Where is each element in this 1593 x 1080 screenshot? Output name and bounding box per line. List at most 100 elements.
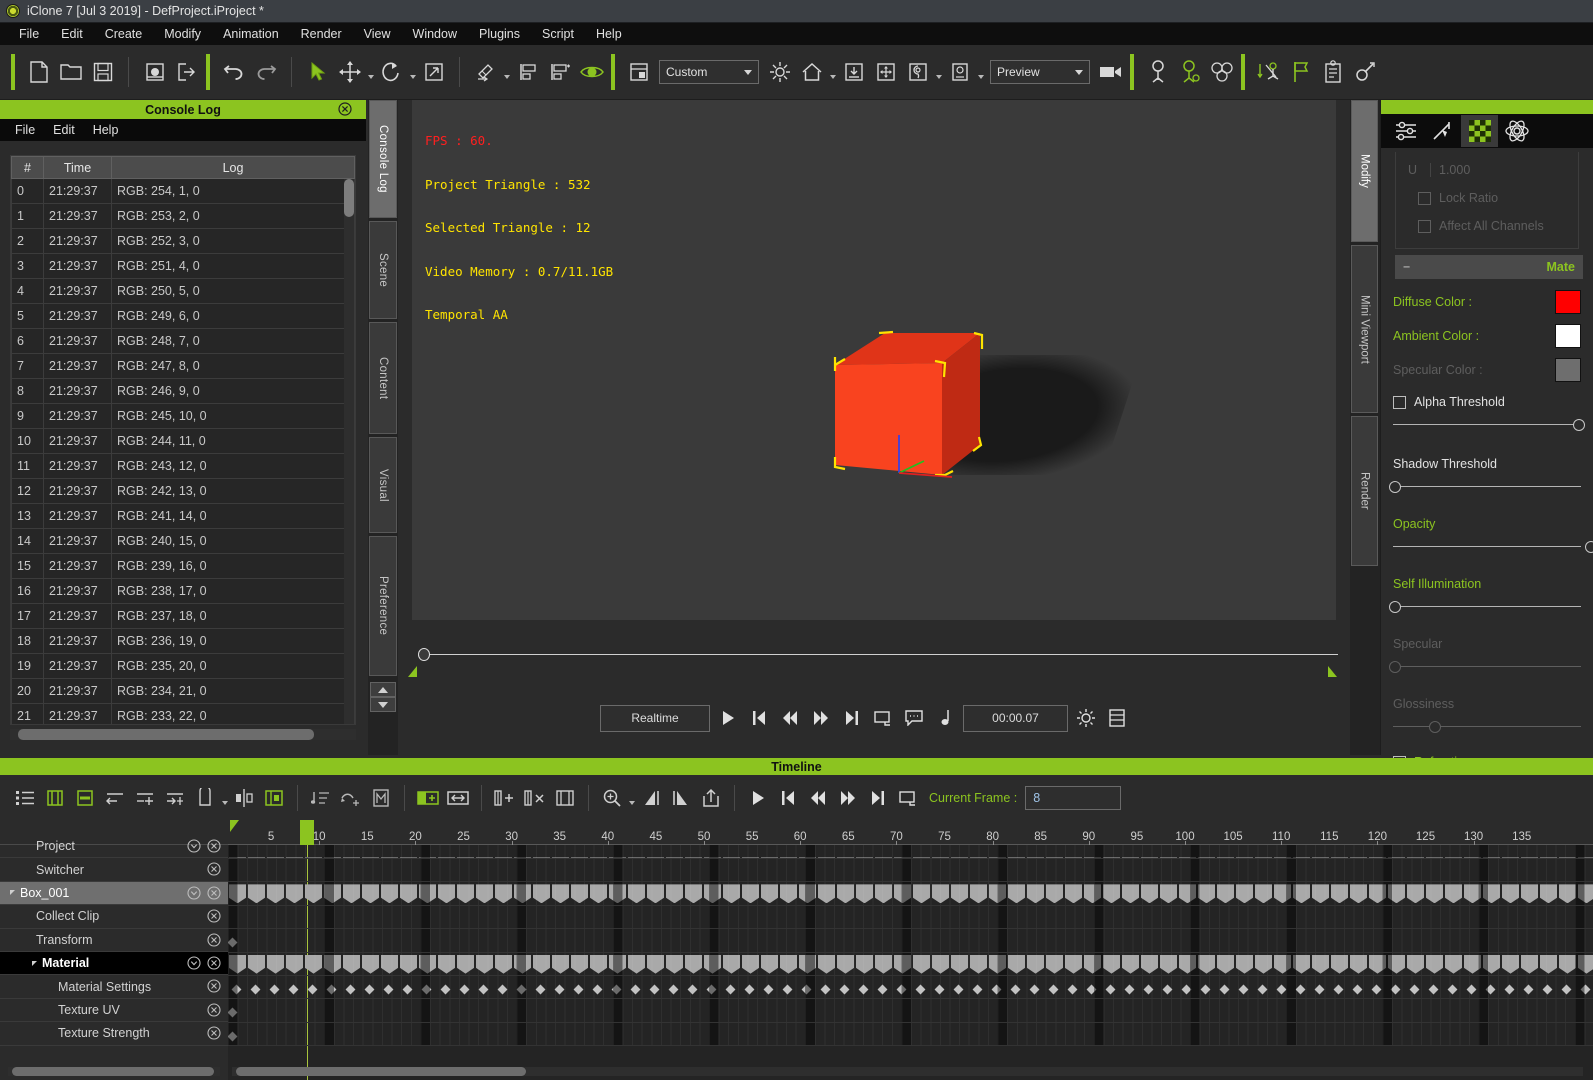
jump-to-start-icon[interactable] xyxy=(773,782,803,814)
track-content[interactable] xyxy=(228,978,1593,997)
collapse-track-icon[interactable] xyxy=(70,782,100,814)
box-object-mesh[interactable] xyxy=(827,325,1017,490)
clip-block[interactable] xyxy=(1578,884,1593,904)
track-name-collect-clip[interactable]: Collect Clip xyxy=(0,905,228,929)
keyframe-diamond[interactable] xyxy=(402,984,413,995)
play-icon[interactable] xyxy=(743,782,773,814)
track-close-icon[interactable] xyxy=(207,839,221,853)
clip-block[interactable] xyxy=(932,884,949,904)
clip-block[interactable] xyxy=(286,884,303,904)
track-name-switcher[interactable]: Switcher xyxy=(0,858,228,882)
export-icon[interactable] xyxy=(171,55,202,89)
clip-block[interactable] xyxy=(229,884,246,904)
clip-block[interactable] xyxy=(1008,954,1025,974)
table-row[interactable]: 13 21:29:37 RGB: 241, 14, 0 xyxy=(11,503,355,529)
clip-block[interactable] xyxy=(1331,884,1348,904)
clip-block[interactable] xyxy=(666,884,683,904)
step-forward-icon[interactable] xyxy=(808,705,834,731)
table-row[interactable]: 6 21:29:37 RGB: 248, 7, 0 xyxy=(11,328,355,354)
keyframe-diamond[interactable] xyxy=(687,984,698,995)
keyframe-diamond[interactable] xyxy=(725,984,736,995)
playhead-marker[interactable] xyxy=(299,820,314,845)
move-tool-icon[interactable] xyxy=(334,55,365,89)
edit-motion-icon[interactable] xyxy=(1349,55,1380,89)
clip-block[interactable] xyxy=(628,884,645,904)
slider-knob[interactable] xyxy=(1389,601,1401,613)
track-content[interactable] xyxy=(228,908,1593,927)
new-project-icon[interactable] xyxy=(23,55,54,89)
keyframe-diamond[interactable] xyxy=(250,984,261,995)
clip-block[interactable] xyxy=(818,884,835,904)
clip-block[interactable] xyxy=(438,884,455,904)
clip-block[interactable] xyxy=(913,954,930,974)
chevron-down-icon[interactable] xyxy=(370,697,396,712)
keyframe-diamond[interactable] xyxy=(231,984,242,995)
keyframe-diamond[interactable] xyxy=(1447,984,1458,995)
table-row[interactable]: 17 21:29:37 RGB: 237, 18, 0 xyxy=(11,603,355,629)
add-track-icon[interactable] xyxy=(40,782,70,814)
track-name-box-001[interactable]: Box_001 xyxy=(0,881,228,906)
clip-block[interactable] xyxy=(647,884,664,904)
clip-block[interactable] xyxy=(856,954,873,974)
clip-block[interactable] xyxy=(1198,954,1215,974)
clip-block[interactable] xyxy=(1483,954,1500,974)
clip-block[interactable] xyxy=(837,954,854,974)
keyframe-diamond[interactable] xyxy=(801,984,812,995)
clip-block[interactable] xyxy=(552,954,569,974)
menu-item-file[interactable]: File xyxy=(8,25,50,43)
clip-block[interactable] xyxy=(1065,884,1082,904)
clip-chevron-down-icon[interactable] xyxy=(220,781,229,815)
expander-triangle-icon[interactable] xyxy=(32,960,37,966)
table-row[interactable]: 12 21:29:37 RGB: 242, 13, 0 xyxy=(11,478,355,504)
close-circle-icon[interactable] xyxy=(338,102,352,116)
keyframe-diamond[interactable] xyxy=(1523,984,1534,995)
clip-block[interactable] xyxy=(932,954,949,974)
clip-block[interactable] xyxy=(476,954,493,974)
keyframe-diamond[interactable] xyxy=(1295,984,1306,995)
clip-block[interactable] xyxy=(286,954,303,974)
layout-preset-combo[interactable]: Custom xyxy=(659,60,759,84)
clip-block[interactable] xyxy=(438,954,455,974)
console-menu-file[interactable]: File xyxy=(6,121,44,139)
clip-block[interactable] xyxy=(970,884,987,904)
clip-block[interactable] xyxy=(514,884,531,904)
shift-left-icon[interactable] xyxy=(100,782,130,814)
clip-block[interactable] xyxy=(1407,954,1424,974)
select-tool-icon[interactable] xyxy=(302,55,333,89)
clip-block[interactable] xyxy=(419,884,436,904)
clip-block[interactable] xyxy=(609,884,626,904)
align-left-icon[interactable] xyxy=(512,55,543,89)
menu-item-script[interactable]: Script xyxy=(531,25,585,43)
zoom-in-range-icon[interactable] xyxy=(636,782,666,814)
timeline-ruler[interactable]: 5 10 15 20 25 30 35 40 45 50 55 60 65 70 75 80 85 90 95 100… xyxy=(228,820,1593,845)
scrollbar-thumb[interactable] xyxy=(12,1067,214,1076)
clip-block[interactable] xyxy=(1445,884,1462,904)
clip-block[interactable] xyxy=(1141,954,1158,974)
table-row[interactable]: 8 21:29:37 RGB: 246, 9, 0 xyxy=(11,378,355,404)
keyframe-diamond[interactable] xyxy=(364,984,375,995)
keyframe-diamond[interactable] xyxy=(1542,984,1553,995)
affect-all-channels-row[interactable]: Affect All Channels xyxy=(1396,212,1578,240)
keyframe-diamond[interactable] xyxy=(858,984,869,995)
clip-block[interactable] xyxy=(1046,884,1063,904)
keyframe-diamond[interactable] xyxy=(1200,984,1211,995)
clip-block[interactable] xyxy=(248,954,265,974)
clip-block[interactable] xyxy=(571,954,588,974)
scrollbar-thumb[interactable] xyxy=(236,1067,526,1076)
keyframe-diamond[interactable] xyxy=(228,937,238,948)
clip-block[interactable] xyxy=(590,884,607,904)
keyframe-diamond[interactable] xyxy=(744,984,755,995)
keyframe-diamond[interactable] xyxy=(1219,984,1230,995)
viewport-time-slider[interactable] xyxy=(405,640,1340,680)
keyframe-diamond[interactable] xyxy=(706,984,717,995)
clip-block[interactable] xyxy=(1559,884,1576,904)
clip-block[interactable] xyxy=(609,954,626,974)
track-row[interactable] xyxy=(228,999,1593,1023)
play-icon[interactable] xyxy=(715,705,741,731)
lock-ratio-checkbox[interactable] xyxy=(1418,191,1431,205)
keyframe-diamond[interactable] xyxy=(497,984,508,995)
ambient-color-swatch[interactable] xyxy=(1555,324,1581,348)
time-slider-knob[interactable] xyxy=(418,648,430,661)
scrollbar-thumb[interactable] xyxy=(344,179,354,217)
affect-all-channels-checkbox[interactable] xyxy=(1418,219,1431,233)
